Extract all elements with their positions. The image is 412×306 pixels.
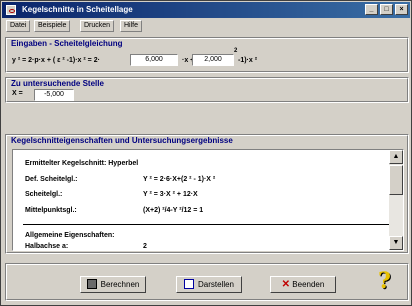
row-value: (X+2) ²/4-Y ²/12 = 1 (143, 207, 204, 214)
result-text-area[interactable]: Ermittelter Kegelschnitt: Hyperbel Def. … (12, 149, 404, 251)
general-heading: Allgemeine Eigenschaften: (25, 232, 115, 239)
scroll-thumb[interactable] (389, 165, 403, 195)
result-group-label: Kegelschnitteigenschaften und Untersuchu… (11, 136, 233, 145)
close-icon: ✕ (281, 279, 291, 290)
maximize-button[interactable]: □ (380, 4, 393, 15)
menu-hilfe[interactable]: Hilfe (120, 20, 143, 32)
exponent-2: 2 (234, 48, 238, 54)
darstellen-button[interactable]: Darstellen (176, 276, 242, 293)
main-window: Kegelschnitte in Scheitellage _ □ × Date… (0, 0, 412, 306)
row-label: Mittelpunktsgl.: (25, 207, 77, 214)
p-input[interactable]: 6,000 (130, 54, 178, 66)
separator-line (23, 224, 393, 225)
x-input[interactable]: -5,000 (34, 89, 74, 101)
calculator-icon (86, 279, 97, 289)
halbachse-value: 2 (143, 243, 147, 250)
darstellen-label: Darstellen (197, 280, 234, 289)
window-controls: _ □ × (363, 4, 408, 15)
title-bar: Kegelschnitte in Scheitellage _ □ × (2, 2, 410, 18)
formula-part-a: y ² = 2·p·x + ( ε ² -1)·x ² = 2· (12, 57, 100, 64)
input-group: Eingaben - Scheitelgleichung y ² = 2·p·x… (5, 37, 409, 73)
row-label: Scheitelgl.: (25, 191, 63, 198)
beenden-button[interactable]: ✕ Beenden (270, 276, 336, 293)
halbachse-label: Halbachse a: (25, 243, 69, 250)
scroll-up-icon[interactable]: ▲ (389, 150, 403, 164)
close-window-button[interactable]: × (395, 4, 408, 15)
row-label: Def. Scheitelgl.: (25, 176, 78, 183)
menu-datei[interactable]: Datei (6, 20, 31, 32)
row-value: Y ² = 2·6·X+(2 ² - 1)·X ² (143, 176, 216, 183)
point-group-label: Zu untersuchende Stelle (11, 79, 104, 88)
berechnen-label: Berechnen (100, 280, 140, 289)
vertical-scrollbar[interactable]: ▲ ▼ (389, 150, 403, 250)
menu-drucken[interactable]: Drucken (80, 20, 115, 32)
menu-beispiele[interactable]: Beispiele (34, 20, 71, 32)
berechnen-button[interactable]: Berechnen (80, 276, 146, 293)
conic-app-icon (6, 5, 16, 15)
button-bar: Berechnen Darstellen ✕ Beenden ? (5, 263, 409, 301)
scroll-down-icon[interactable]: ▼ (389, 236, 403, 250)
result-group: Kegelschnitteigenschaften und Untersuchu… (5, 134, 409, 254)
conic-type-line: Ermittelter Kegelschnitt: Hyperbel (25, 160, 139, 167)
epsilon-input[interactable]: 2,000 (192, 54, 234, 66)
window-title: Kegelschnitte in Scheitellage (22, 5, 133, 14)
help-icon[interactable]: ? (378, 268, 391, 294)
plot-icon (183, 279, 194, 289)
input-group-label: Eingaben - Scheitelgleichung (11, 39, 123, 48)
minimize-button[interactable]: _ (365, 4, 378, 15)
x-label: X = (12, 90, 23, 97)
menu-bar: Datei Beispiele Drucken Hilfe (2, 19, 410, 32)
beenden-label: Beenden (292, 280, 325, 289)
row-value: Y ² = 3·X ² + 12·X (143, 191, 198, 198)
formula-part-c: -1)·x ² (238, 57, 258, 64)
point-group: Zu untersuchende Stelle X = -5,000 (5, 77, 409, 103)
